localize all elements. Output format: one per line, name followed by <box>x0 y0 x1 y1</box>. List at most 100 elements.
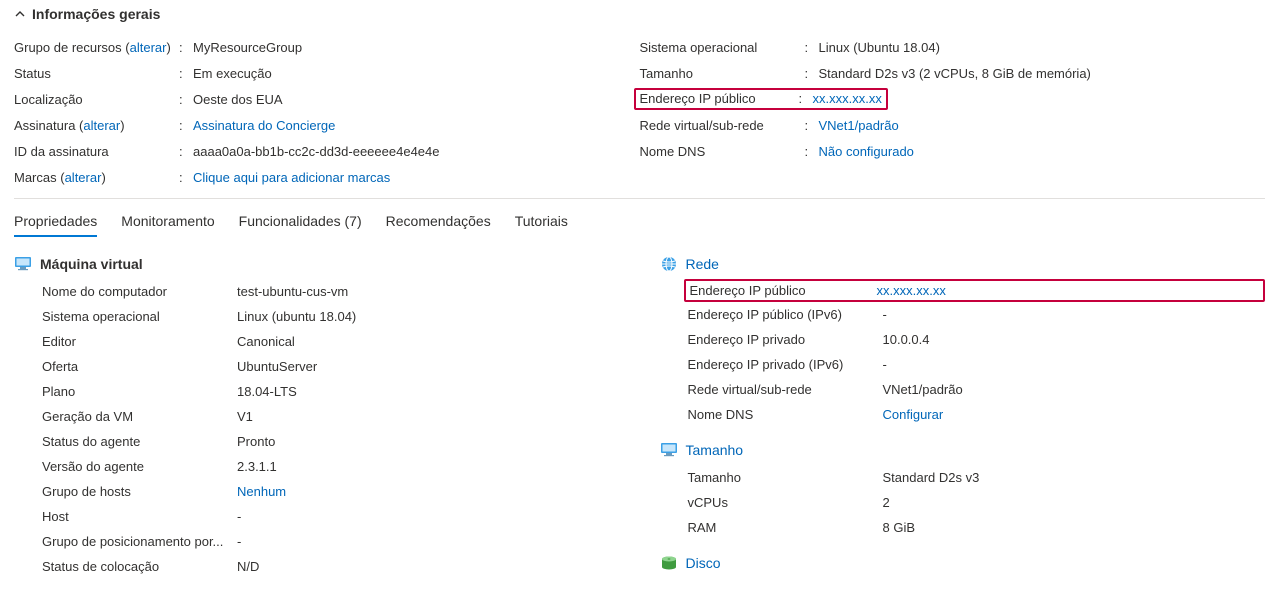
tab-properties[interactable]: Propriedades <box>14 207 97 237</box>
vnet-value-link[interactable]: VNet1/padrão <box>819 118 899 133</box>
network-private-ip-value: 10.0.0.4 <box>883 332 1266 347</box>
chevron-up-icon <box>14 8 26 20</box>
network-vnet-row: Rede virtual/sub-rede VNet1/padrão <box>660 377 1266 402</box>
vm-host-group-row: Grupo de hosts Nenhum <box>14 479 620 504</box>
os-label: Sistema operacional <box>640 40 805 55</box>
subscription-id-value: aaaa0a0a-bb1b-cc2c-dd3d-eeeeee4e4e4e <box>193 144 640 159</box>
subscription-row: Assinatura (alterar) : Assinatura do Con… <box>14 112 640 138</box>
network-public-ip-label: Endereço IP público <box>688 283 877 298</box>
tags-add-link[interactable]: Clique aqui para adicionar marcas <box>193 170 390 185</box>
vm-host-group-link[interactable]: Nenhum <box>237 484 620 499</box>
size-value: Standard D2s v3 (2 vCPUs, 8 GiB de memór… <box>819 66 1266 81</box>
vm-column: Máquina virtual Nome do computador test-… <box>14 255 620 579</box>
size-ram-value: 8 GiB <box>883 520 1266 535</box>
dns-row: Nome DNS : Não configurado <box>640 138 1266 164</box>
vnet-label: Rede virtual/sub-rede <box>640 118 805 133</box>
globe-icon <box>660 255 678 273</box>
vm-generation-row: Geração da VM V1 <box>14 404 620 429</box>
tab-capabilities[interactable]: Funcionalidades (7) <box>239 207 362 237</box>
location-row: Localização : Oeste dos EUA <box>14 86 640 112</box>
subscription-id-label: ID da assinatura <box>14 144 179 159</box>
vm-publisher-value: Canonical <box>237 334 620 349</box>
essentials-right-column: Sistema operacional : Linux (Ubuntu 18.0… <box>640 34 1266 190</box>
os-value: Linux (Ubuntu 18.04) <box>819 40 1266 55</box>
tab-tutorials[interactable]: Tutoriais <box>515 207 568 237</box>
os-row: Sistema operacional : Linux (Ubuntu 18.0… <box>640 34 1266 60</box>
network-dns-row: Nome DNS Configurar <box>660 402 1266 427</box>
vm-agent-version-value: 2.3.1.1 <box>237 459 620 474</box>
essentials-title: Informações gerais <box>32 6 160 22</box>
location-label: Localização <box>14 92 179 107</box>
tab-recommendations[interactable]: Recomendações <box>386 207 491 237</box>
vm-host-row: Host - <box>14 504 620 529</box>
vm-publisher-row: Editor Canonical <box>14 329 620 354</box>
network-header-link[interactable]: Rede <box>686 256 719 272</box>
tab-strip: Propriedades Monitoramento Funcionalidad… <box>14 207 1265 237</box>
network-public-ip-highlight: Endereço IP público xx.xxx.xx.xx <box>684 279 1266 302</box>
vm-ppg-value: - <box>237 534 620 549</box>
vnet-row: Rede virtual/sub-rede : VNet1/padrão <box>640 112 1266 138</box>
vm-agent-status-row: Status do agente Pronto <box>14 429 620 454</box>
disk-header-link[interactable]: Disco <box>686 555 721 571</box>
public-ip-label: Endereço IP público <box>640 91 799 106</box>
tags-change-link[interactable]: alterar <box>65 170 102 185</box>
essentials-header[interactable]: Informações gerais <box>14 6 1265 22</box>
vm-ppg-row: Grupo de posicionamento por... - <box>14 529 620 554</box>
vm-icon <box>14 255 32 273</box>
location-value: Oeste dos EUA <box>193 92 640 107</box>
vm-computer-name-row: Nome do computador test-ubuntu-cus-vm <box>14 279 620 304</box>
properties-body: Máquina virtual Nome do computador test-… <box>14 255 1265 579</box>
size-row: Tamanho : Standard D2s v3 (2 vCPUs, 8 Gi… <box>640 60 1266 86</box>
monitor-icon <box>660 441 678 459</box>
network-private-ipv6-row: Endereço IP privado (IPv6) - <box>660 352 1266 377</box>
status-value: Em execução <box>193 66 640 81</box>
vm-generation-value: V1 <box>237 409 620 424</box>
size-header: Tamanho <box>660 441 1266 459</box>
resource-group-change-link[interactable]: alterar <box>130 40 167 55</box>
status-row: Status : Em execução <box>14 60 640 86</box>
resource-group-label: Grupo de recursos (alterar) <box>14 40 179 55</box>
network-vnet-value: VNet1/padrão <box>883 382 1266 397</box>
status-label: Status <box>14 66 179 81</box>
subscription-label: Assinatura (alterar) <box>14 118 179 133</box>
size-size-value: Standard D2s v3 <box>883 470 1266 485</box>
tags-label: Marcas (alterar) <box>14 170 179 185</box>
network-dns-configure-link[interactable]: Configurar <box>883 407 1266 422</box>
vm-computer-name-value: test-ubuntu-cus-vm <box>237 284 620 299</box>
size-label: Tamanho <box>640 66 805 81</box>
vm-plan-row: Plano 18.04-LTS <box>14 379 620 404</box>
tags-row: Marcas (alterar) : Clique aqui para adic… <box>14 164 640 190</box>
size-ram-row: RAM 8 GiB <box>660 515 1266 540</box>
dns-value-link[interactable]: Não configurado <box>819 144 914 159</box>
subscription-change-link[interactable]: alterar <box>83 118 120 133</box>
vm-host-value: - <box>237 509 620 524</box>
vm-os-value: Linux (ubuntu 18.04) <box>237 309 620 324</box>
size-vcpu-value: 2 <box>883 495 1266 510</box>
disk-header: Disco <box>660 554 1266 572</box>
vm-coloc-row: Status de colocação N/D <box>14 554 620 579</box>
network-public-ip-link[interactable]: xx.xxx.xx.xx <box>877 283 946 298</box>
dns-label: Nome DNS <box>640 144 805 159</box>
right-props-column: Rede Endereço IP público xx.xxx.xx.xx En… <box>660 255 1266 579</box>
vm-offer-row: Oferta UbuntuServer <box>14 354 620 379</box>
network-public-ipv6-row: Endereço IP público (IPv6) - <box>660 302 1266 327</box>
network-private-ip-row: Endereço IP privado 10.0.0.4 <box>660 327 1266 352</box>
divider <box>14 198 1265 199</box>
subscription-id-row: ID da assinatura : aaaa0a0a-bb1b-cc2c-dd… <box>14 138 640 164</box>
essentials-left-column: Grupo de recursos (alterar) : MyResource… <box>14 34 640 190</box>
disk-icon <box>660 554 678 572</box>
vm-agent-status-value: Pronto <box>237 434 620 449</box>
tab-monitoring[interactable]: Monitoramento <box>121 207 214 237</box>
essentials-grid: Grupo de recursos (alterar) : MyResource… <box>14 34 1265 190</box>
public-ip-row-essentials: Endereço IP público : xx.xxx.xx.xx <box>640 86 1266 112</box>
size-header-link[interactable]: Tamanho <box>686 442 744 458</box>
colon: : <box>179 40 193 55</box>
vm-offer-value: UbuntuServer <box>237 359 620 374</box>
subscription-value-link[interactable]: Assinatura do Concierge <box>193 118 335 133</box>
public-ip-value-link[interactable]: xx.xxx.xx.xx <box>813 91 882 106</box>
size-size-row: Tamanho Standard D2s v3 <box>660 465 1266 490</box>
public-ip-highlight: Endereço IP público : xx.xxx.xx.xx <box>634 88 888 110</box>
size-vcpu-row: vCPUs 2 <box>660 490 1266 515</box>
network-private-ipv6-value: - <box>883 357 1266 372</box>
vm-coloc-value: N/D <box>237 559 620 574</box>
